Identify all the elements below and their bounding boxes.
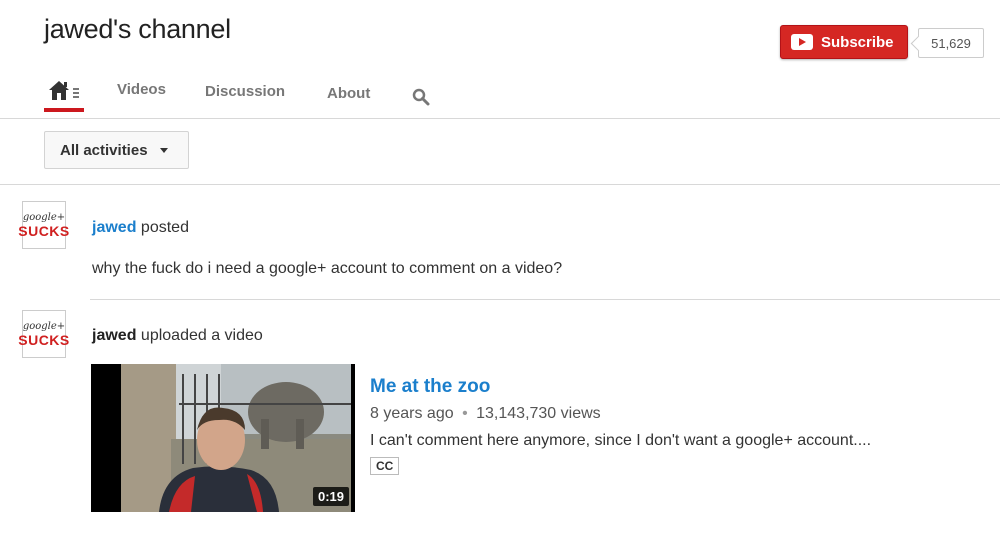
activities-filter-label: All activities [60,141,148,159]
avatar-text-bottom: SUCKS [18,331,70,348]
video-thumbnail[interactable]: 0:19 [91,364,355,512]
avatar-text-bottom: SUCKS [18,222,70,239]
channel-title: jawed's channel [44,14,231,44]
video-title-link[interactable]: Me at the zoo [370,376,490,398]
active-tab-indicator [44,108,84,112]
youtube-play-icon [791,34,813,50]
subscribe-button[interactable]: Subscribe [780,25,908,59]
caret-down-icon [159,147,168,153]
author-link[interactable]: jawed [92,327,136,344]
avatar[interactable]: google+ SUCKS [18,310,69,358]
video-description: I can't comment here anymore, since I do… [370,432,872,449]
tab-videos[interactable]: Videos [117,81,166,98]
post-text: why the fuck do i need a google+ account… [92,260,563,277]
tab-about[interactable]: About [327,85,370,102]
activity-header: jawed uploaded a video [92,327,263,345]
tab-home[interactable] [48,80,82,102]
activity-action: posted [140,219,189,236]
activity-header: jawed posted [92,219,189,237]
avatar-text-top: google+ [22,211,66,223]
video-meta: 8 years ago • 13,143,730 views [370,405,601,423]
meta-separator: • [462,405,468,422]
feed-divider [90,299,1000,300]
avatar-text-top: google+ [22,320,66,332]
subscribe-label: Subscribe [821,33,894,51]
home-icon [49,81,79,100]
activities-filter-dropdown[interactable]: All activities [44,131,189,169]
closed-captions-badge: CC [370,457,400,475]
author-link[interactable]: jawed [92,219,136,236]
tab-discussion[interactable]: Discussion [205,83,285,100]
avatar[interactable]: google+ SUCKS [18,201,69,249]
search-icon[interactable] [412,88,430,106]
tabs-divider [0,118,1000,119]
video-views: 13,143,730 views [476,405,601,422]
subscriber-count: 51,629 [918,28,984,58]
video-age: 8 years ago [370,405,454,422]
video-duration: 0:19 [312,487,349,506]
activity-action: uploaded a video [140,327,263,344]
filter-divider [0,184,1000,185]
